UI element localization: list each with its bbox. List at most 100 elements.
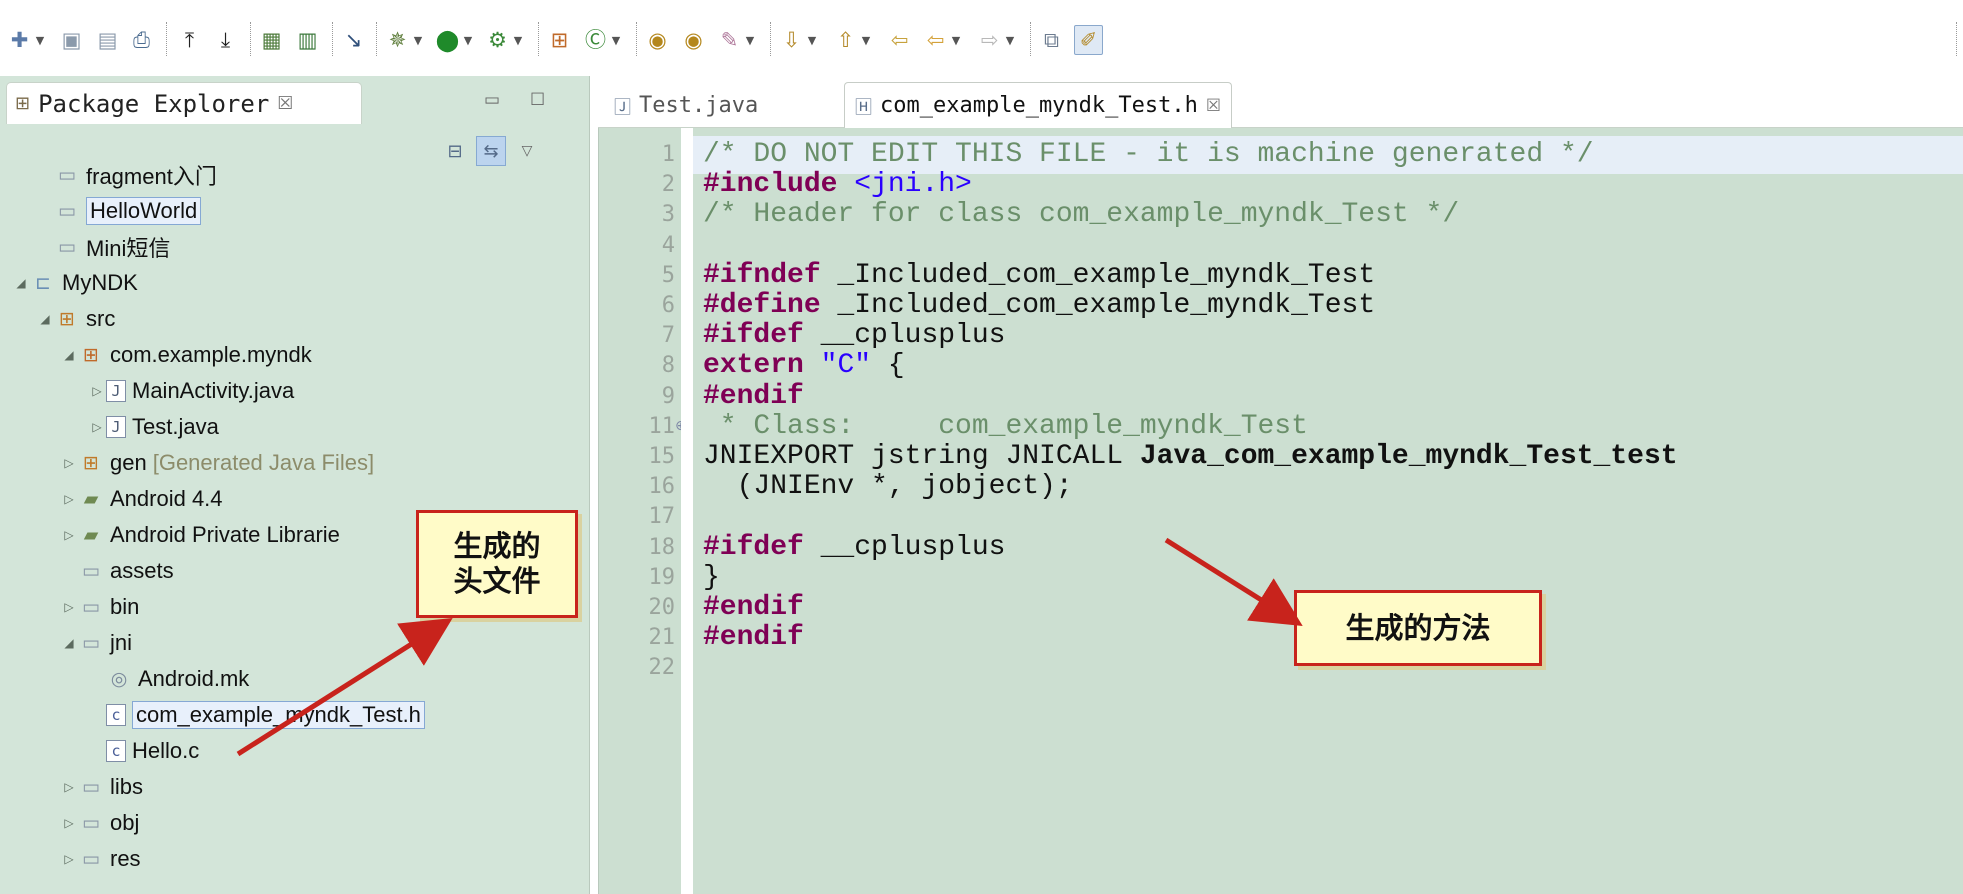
java-perspective-button[interactable]: ✐ — [1074, 25, 1103, 55]
code-line: (JNIEnv *, jobject); — [703, 471, 1073, 503]
chevron-down-icon[interactable]: ▼ — [609, 27, 623, 54]
close-icon[interactable]: ☒ — [1206, 96, 1221, 116]
open-task-button[interactable]: ◉ — [680, 25, 707, 55]
tab-com-example-myndk-test-h[interactable]: 🄷 com_example_myndk_Test.h ☒ — [844, 82, 1233, 128]
expand-arrow-icon[interactable]: ▷ — [88, 384, 106, 398]
chevron-down-icon[interactable]: ▼ — [461, 27, 475, 54]
previous-annotation-button[interactable]: ⇧ ▼ — [832, 25, 873, 55]
tree-item[interactable]: ▷ ▭ res — [60, 841, 140, 876]
tab-label: com_example_myndk_Test.h — [880, 93, 1198, 118]
expand-arrow-icon[interactable]: ▷ — [60, 492, 78, 506]
pen-button[interactable]: ✎ ▼ — [716, 25, 757, 55]
tab-test-java[interactable]: 🄹 Test.java — [604, 82, 768, 128]
editor-ruler — [681, 128, 693, 894]
chevron-down-icon[interactable]: ▼ — [511, 27, 525, 54]
chevron-down-icon[interactable]: ▼ — [949, 27, 963, 54]
java-file-icon: J — [106, 415, 126, 438]
link-with-editor-icon[interactable]: ⇆ — [476, 136, 506, 166]
collapse-arrow-icon[interactable]: ◢ — [60, 348, 78, 362]
tree-item[interactable]: ◢ ⊏ MyNDK — [12, 265, 137, 300]
tree-item[interactable]: ◢ ▭ jni — [60, 625, 132, 660]
debug-button[interactable]: ✵ ▼ — [384, 25, 425, 55]
tree-item[interactable]: ▭ HelloWorld — [36, 193, 202, 228]
java-file-icon: J — [106, 379, 126, 402]
tree-item[interactable]: ▷ ▰ Android 4.4 — [60, 481, 223, 516]
next-annotation-icon: ⇩ — [782, 27, 801, 52]
toolbar-separator — [1956, 22, 1958, 56]
back-button[interactable]: ⇦ ▼ — [922, 25, 963, 55]
collapse-arrow-icon[interactable]: ◢ — [36, 312, 54, 326]
collapse-all-icon[interactable]: ⊟ — [440, 136, 470, 166]
chevron-down-icon[interactable]: ▼ — [411, 27, 425, 54]
tree-item[interactable]: ▷ ▭ obj — [60, 805, 139, 840]
source-folder-icon: ⊞ — [59, 307, 75, 330]
save-button[interactable]: ▣ — [58, 25, 85, 55]
new-class-button[interactable]: Ⓒ ▼ — [582, 25, 623, 55]
print-button[interactable]: ⎙ — [128, 25, 155, 55]
avd-manager-icon: ▥ — [297, 27, 318, 52]
expand-arrow-icon[interactable]: ▷ — [60, 780, 78, 794]
download-button[interactable]: ⤓ — [212, 25, 239, 55]
chevron-down-icon[interactable]: ▼ — [859, 27, 873, 54]
sdk-manager-icon: ▦ — [261, 27, 282, 52]
expand-arrow-icon[interactable]: ▷ — [88, 420, 106, 434]
tree-item[interactable]: ▷ ▭ libs — [60, 769, 143, 804]
external-tools-button[interactable]: ⚙ ▼ — [484, 25, 525, 55]
view-menu-icon[interactable]: ▽ — [512, 136, 542, 166]
avd-manager-button[interactable]: ▥ — [294, 25, 321, 55]
toolbar-separator — [250, 22, 252, 56]
sdk-manager-button[interactable]: ▦ — [258, 25, 285, 55]
tree-item-label: gen — [110, 449, 147, 475]
expand-arrow-icon[interactable]: ▷ — [60, 600, 78, 614]
tree-item[interactable]: ▷ ▭ bin — [60, 589, 139, 624]
c-header-icon: c — [106, 703, 126, 726]
java-perspective-icon: ✐ — [1079, 27, 1098, 52]
print-icon: ⎙ — [133, 27, 150, 52]
expand-arrow-icon[interactable]: ▷ — [60, 816, 78, 830]
folder-icon: ▭ — [58, 199, 76, 222]
collapse-arrow-icon[interactable]: ◢ — [12, 276, 30, 290]
tree-item[interactable]: ▷ J Test.java — [88, 409, 218, 444]
tree-item[interactable]: ◢ ⊞ src — [36, 301, 115, 336]
new-button[interactable]: ✚ ▼ — [6, 25, 47, 55]
download-icon: ⤓ — [220, 27, 231, 52]
minimize-icon[interactable]: ▭ — [484, 90, 500, 110]
tree-item-label: Android 4.4 — [110, 485, 223, 511]
next-annotation-button[interactable]: ⇩ ▼ — [778, 25, 819, 55]
tree-item[interactable]: ◎ Android.mk — [88, 661, 250, 696]
tree-item[interactable]: ◢ ⊞ com.example.myndk — [60, 337, 312, 372]
expand-arrow-icon[interactable]: ▷ — [60, 528, 78, 542]
package-explorer-icon: ⊞ — [15, 93, 31, 114]
code-editor[interactable]: 123456789111516171819202122⊕ /* DO NOT E… — [598, 128, 1963, 894]
chevron-down-icon[interactable]: ▼ — [1003, 27, 1017, 54]
save-all-button[interactable]: ▤ — [94, 25, 121, 55]
run-button[interactable]: ⬤ ▼ — [434, 25, 475, 55]
forward-button[interactable]: ⇨ ▼ — [976, 25, 1017, 55]
new-package-button[interactable]: ⊞ — [546, 25, 573, 55]
tree-item[interactable]: ▭ assets — [60, 553, 174, 588]
open-type-button[interactable]: ◉ — [644, 25, 671, 55]
close-icon[interactable]: ☒ — [277, 93, 293, 114]
tab-package-explorer[interactable]: ⊞ Package Explorer ☒ — [6, 82, 362, 124]
open-perspective-button[interactable]: ⧉ — [1038, 25, 1065, 55]
tree-item[interactable]: ▭ Mini短信 — [36, 229, 170, 264]
chevron-down-icon[interactable]: ▼ — [743, 27, 757, 54]
tree-item[interactable]: ▭ fragment入门 — [36, 157, 217, 192]
collapse-arrow-icon[interactable]: ◢ — [60, 636, 78, 650]
chevron-down-icon[interactable]: ▼ — [805, 27, 819, 54]
expand-arrow-icon[interactable]: ▷ — [60, 852, 78, 866]
upload-button[interactable]: ⤒ — [176, 25, 203, 55]
tree-item[interactable]: c Hello.c — [88, 733, 199, 768]
tree-item[interactable]: ▷ ⊞ gen [Generated Java Files] — [60, 445, 374, 480]
last-edit-button[interactable]: ⇦ — [886, 25, 913, 55]
tree-item-label: com.example.myndk — [110, 341, 312, 367]
tree-item[interactable]: ▷ J MainActivity.java — [88, 373, 294, 408]
tree-item[interactable]: c com_example_myndk_Test.h — [88, 697, 425, 732]
chevron-down-icon[interactable]: ▼ — [33, 27, 47, 54]
tree-item[interactable]: ▷ ▰ Android Private Librarie — [60, 517, 340, 552]
toggle-mark-button[interactable]: ↘ — [340, 25, 367, 55]
folder-icon: ▭ — [58, 163, 76, 186]
expand-arrow-icon[interactable]: ▷ — [60, 456, 78, 470]
maximize-icon[interactable]: ☐ — [530, 90, 545, 110]
code-line: #ifdef __cplusplus — [703, 531, 1006, 563]
